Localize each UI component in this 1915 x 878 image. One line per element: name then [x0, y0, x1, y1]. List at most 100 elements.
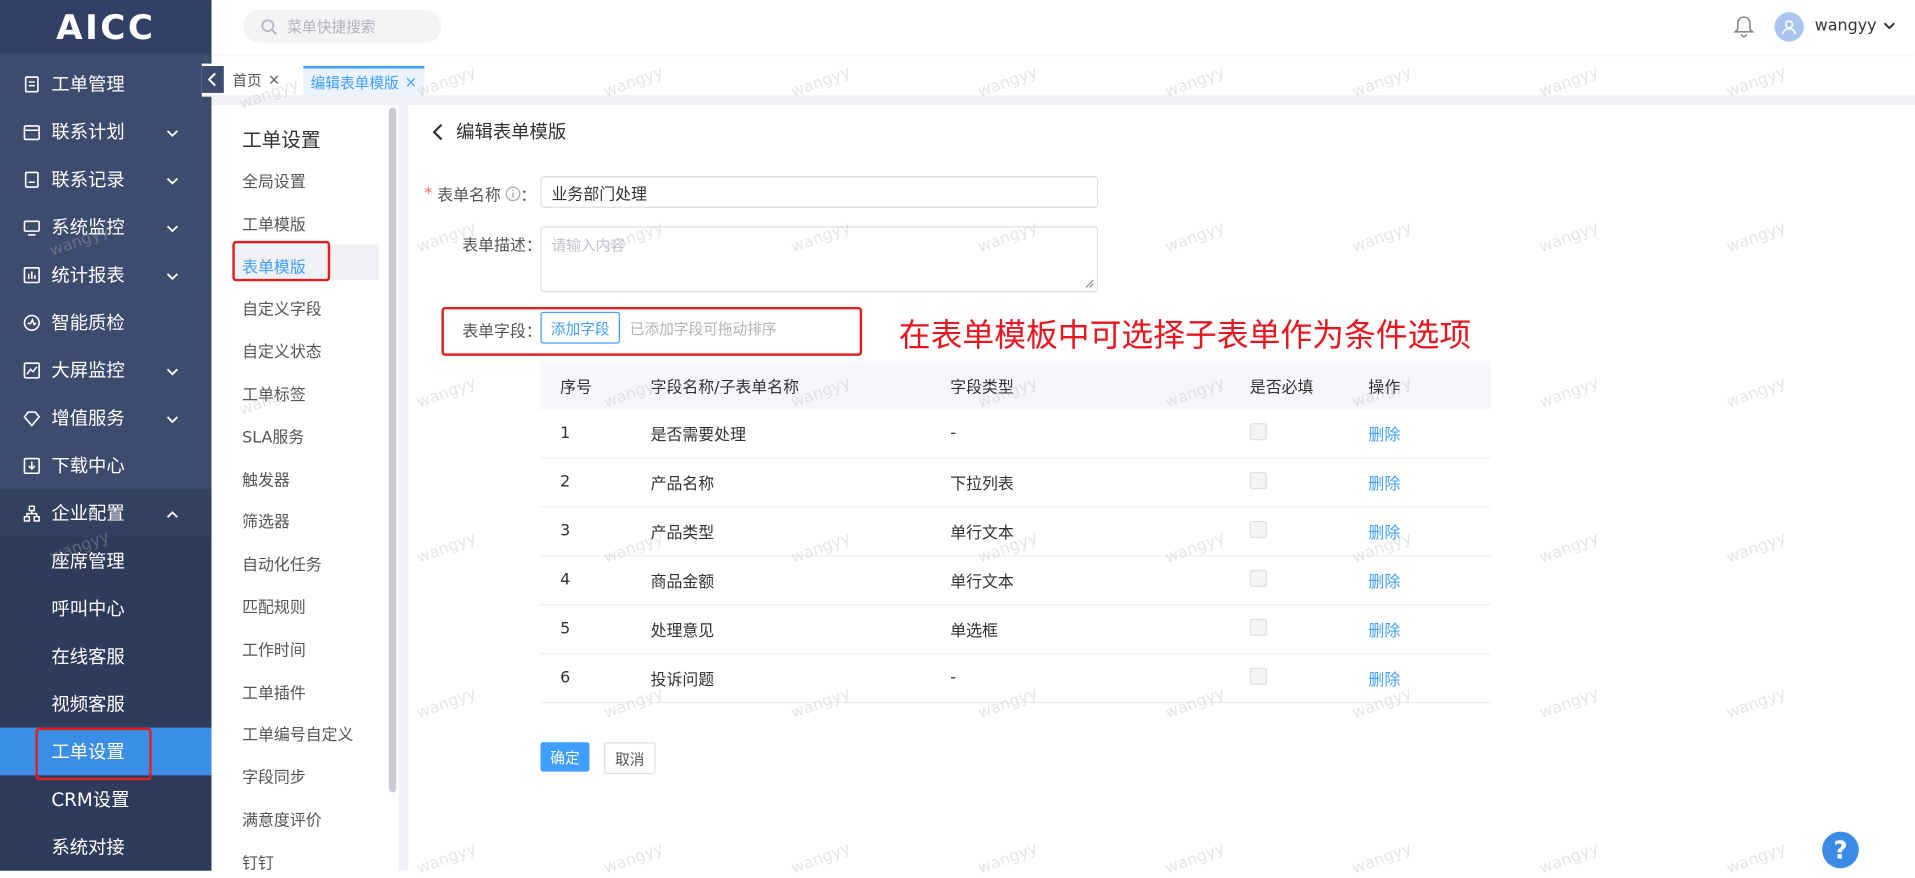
form-name-value: 业务部门处理: [551, 185, 647, 204]
search-placeholder: 菜单快捷搜索: [287, 18, 376, 36]
cell-type: 单选框: [950, 622, 998, 641]
help-button[interactable]: ?: [1822, 831, 1859, 869]
secondary-nav-item[interactable]: 工作时间: [242, 637, 306, 660]
secondary-nav-item[interactable]: 工单标签: [242, 382, 306, 404]
sidebar-item[interactable]: 企业配置: [0, 489, 212, 537]
required-checkbox[interactable]: [1249, 569, 1267, 587]
cell-action: 删除: [1368, 520, 1490, 543]
delete-link[interactable]: 删除: [1368, 574, 1400, 592]
cell-name: 产品类型: [650, 524, 715, 543]
secondary-nav-item[interactable]: 筛选器: [242, 509, 290, 532]
secondary-nav-item[interactable]: 字段同步: [242, 765, 306, 787]
required-checkbox[interactable]: [1249, 520, 1267, 538]
col-header-no: 序号: [560, 378, 592, 397]
sidebar-item[interactable]: 下载中心: [0, 441, 212, 489]
cell-required: [1249, 618, 1369, 640]
menu-search-input[interactable]: 菜单快捷搜索: [243, 9, 442, 43]
secondary-nav-item[interactable]: SLA服务: [242, 424, 304, 447]
delete-link[interactable]: 删除: [1368, 525, 1400, 543]
delete-link[interactable]: 删除: [1368, 622, 1400, 640]
cell-required: [1249, 667, 1369, 689]
tab-home[interactable]: 首页 ×: [225, 66, 288, 93]
tab-edit-form-template[interactable]: 编辑表单模版 ×: [303, 66, 425, 96]
sidebar-subitem[interactable]: 呼叫中心: [0, 585, 212, 633]
cell-type: -: [950, 424, 956, 443]
sidebar-item[interactable]: 联系记录: [0, 155, 212, 203]
close-icon[interactable]: ×: [268, 71, 280, 88]
form-desc-textarea[interactable]: 请输入内容: [540, 226, 1099, 293]
secondary-nav-item[interactable]: 触发器: [242, 467, 290, 490]
sidebar-subitem[interactable]: 系统对接: [0, 823, 212, 871]
confirm-button[interactable]: 确定: [540, 742, 590, 772]
form-name-label-text: 表单名称: [437, 187, 501, 206]
cell-action: 删除: [1368, 422, 1490, 445]
sidebar-item-label: 智能质检: [51, 311, 125, 334]
secondary-nav-title: 工单设置: [242, 128, 321, 152]
sidebar-item[interactable]: 统计报表: [0, 251, 212, 299]
table-row[interactable]: 6 投诉问题 - 删除: [540, 654, 1491, 704]
quality-icon: [22, 312, 42, 332]
sidebar-subitem[interactable]: CRM设置: [0, 775, 212, 823]
bell-icon[interactable]: [1733, 15, 1755, 39]
sidebar-item-label: 增值服务: [51, 407, 125, 430]
cancel-button[interactable]: 取消: [604, 742, 656, 775]
scrollbar[interactable]: [388, 107, 397, 793]
table-row[interactable]: 5 处理意见 单选框 删除: [540, 605, 1491, 655]
back-arrow-icon[interactable]: [429, 122, 446, 142]
required-checkbox[interactable]: [1249, 667, 1267, 685]
required-checkbox[interactable]: [1249, 618, 1267, 636]
col-header-required: 是否必填: [1249, 378, 1314, 397]
required-checkbox[interactable]: [1249, 422, 1267, 440]
cell-name: 投诉问题: [650, 671, 715, 690]
top-header: 菜单快捷搜索 wangyy: [211, 0, 1915, 54]
sidebar-item[interactable]: 智能质检: [0, 298, 212, 346]
page-header: 编辑表单模版: [429, 119, 566, 145]
table-row[interactable]: 2 产品名称 下拉列表 删除: [540, 459, 1491, 508]
search-icon: [261, 18, 277, 35]
sidebar-subitem[interactable]: 视频客服: [0, 680, 212, 728]
secondary-nav-item[interactable]: 满意度评价: [242, 807, 322, 830]
secondary-nav-item[interactable]: 工单插件: [242, 679, 306, 702]
required-checkbox[interactable]: [1249, 471, 1267, 489]
table-row[interactable]: 4 商品金额 单行文本 删除: [540, 556, 1491, 606]
chevron-down-icon: [165, 124, 180, 146]
sidebar-subitem[interactable]: 座席管理: [0, 537, 212, 585]
table-row[interactable]: 1 是否需要处理 - 删除: [540, 410, 1491, 459]
secondary-nav-item[interactable]: 工单模版: [242, 211, 306, 234]
sidebar-item[interactable]: 增值服务: [0, 394, 212, 442]
report-icon: [22, 265, 42, 285]
page: AICC 工单管理 联系计划 联系记录 系统监控 统计报表 智能质检 大屏监控 增值服务 下载中…: [0, 0, 1915, 878]
username[interactable]: wangyy: [1815, 17, 1877, 35]
fields-table: 序号 字段名称/子表单名称 字段类型 是否必填 操作 1 是否需要处理 - 删除 2 产品…: [540, 360, 1491, 704]
cell-required: [1249, 471, 1369, 493]
delete-link[interactable]: 删除: [1368, 476, 1400, 494]
chevron-down-icon[interactable]: [1882, 18, 1897, 33]
sidebar-item-label: 大屏监控: [51, 359, 125, 382]
secondary-nav-item[interactable]: 工单编号自定义: [242, 722, 353, 745]
sidebar-item[interactable]: 系统监控: [0, 203, 212, 251]
sidebar-item[interactable]: 联系计划: [0, 108, 212, 156]
avatar[interactable]: [1774, 12, 1804, 42]
secondary-nav-item[interactable]: 全局设置: [242, 169, 306, 192]
collapse-sidebar-button[interactable]: [201, 66, 224, 93]
delete-link[interactable]: 删除: [1368, 671, 1400, 689]
resize-handle-icon[interactable]: [1085, 279, 1095, 289]
sidebar-subitem[interactable]: 在线客服: [0, 632, 212, 680]
annotation-text: 在表单模板中可选择子表单作为条件选项: [898, 317, 1472, 355]
secondary-nav-item[interactable]: 自动化任务: [242, 552, 322, 575]
sidebar-item[interactable]: 工单管理: [0, 60, 212, 108]
form-desc-label: 表单描述：: [462, 237, 542, 256]
form-name-field[interactable]: 业务部门处理: [540, 176, 1099, 208]
chevron-down-icon: [165, 410, 180, 432]
delete-link[interactable]: 删除: [1368, 427, 1400, 445]
secondary-nav-item[interactable]: 自定义字段: [242, 296, 322, 319]
table-row[interactable]: 3 产品类型 单行文本 删除: [540, 508, 1491, 557]
close-icon[interactable]: ×: [405, 73, 417, 90]
cell-action: 删除: [1368, 569, 1490, 592]
secondary-nav-item[interactable]: 自定义状态: [242, 339, 322, 362]
secondary-nav-item[interactable]: 匹配规则: [242, 594, 306, 617]
sidebar-item[interactable]: 大屏监控: [0, 346, 212, 394]
divider: [398, 105, 409, 871]
secondary-nav-item[interactable]: 钉钉: [242, 850, 274, 873]
cell-no: 5: [560, 620, 571, 639]
